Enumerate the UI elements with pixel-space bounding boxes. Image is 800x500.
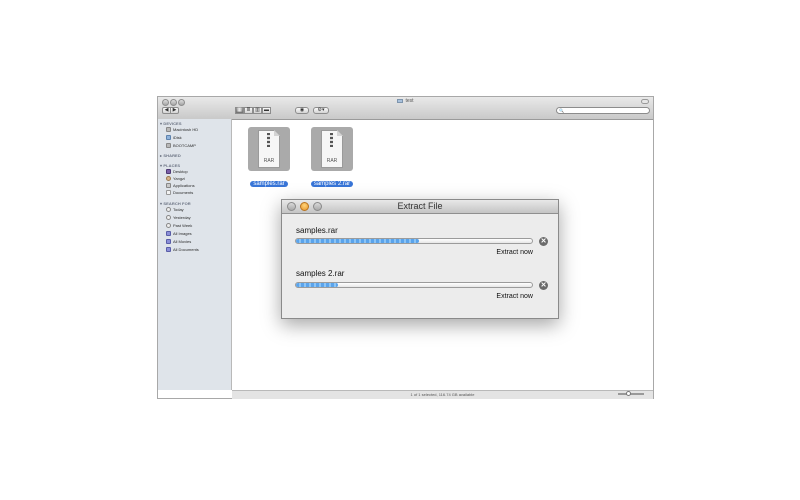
idisk-icon xyxy=(166,135,171,141)
clock-icon xyxy=(166,223,171,229)
sidebar-item-idisk[interactable]: iDisk xyxy=(166,135,182,141)
sidebar-header-places[interactable]: ▾ PLACES xyxy=(160,163,180,168)
home-icon xyxy=(166,176,171,182)
hard-drive-icon xyxy=(166,127,171,133)
extract-now-button[interactable]: Extract now xyxy=(496,293,533,300)
search-field[interactable]: 🔍 xyxy=(556,107,650,114)
sidebar-header-shared[interactable]: ▸ SHARED xyxy=(160,153,181,158)
sidebar-header-devices[interactable]: ▾ DEVICES xyxy=(160,121,182,126)
dialog-titlebar: Extract File xyxy=(282,200,558,214)
toolbar-toggle-button[interactable] xyxy=(641,99,649,104)
file-item-samples-rar[interactable]: RAR samples.rar xyxy=(244,127,290,187)
sidebar-item-today[interactable]: Today xyxy=(166,207,184,213)
list-view-button[interactable]: ≣ xyxy=(244,107,253,114)
file-name-label[interactable]: samples.rar xyxy=(244,172,294,190)
extract-now-button[interactable]: Extract now xyxy=(496,249,533,256)
action-menu-button[interactable]: ⚙▾ xyxy=(313,107,329,114)
finder-sidebar: ▾ DEVICES Macintosh HD iDisk BOOTCAMP ▸ … xyxy=(158,119,232,390)
cancel-extract-icon[interactable]: ✕ xyxy=(539,281,548,290)
cancel-extract-icon[interactable]: ✕ xyxy=(539,237,548,246)
sidebar-item-all-images[interactable]: All Images xyxy=(166,231,192,237)
window-title: test xyxy=(158,98,653,104)
sidebar-item-documents[interactable]: Documents xyxy=(166,190,193,196)
sidebar-item-all-documents[interactable]: All Documents xyxy=(166,247,199,253)
slider-knob[interactable] xyxy=(626,391,631,396)
documents-icon xyxy=(166,190,171,196)
sidebar-item-yangzi[interactable]: Yangzi xyxy=(166,176,185,182)
clock-icon xyxy=(166,207,171,213)
folder-icon xyxy=(397,98,404,103)
sidebar-item-macintosh-hd[interactable]: Macintosh HD xyxy=(166,127,198,133)
dialog-title: Extract File xyxy=(397,201,443,211)
sidebar-item-yesterday[interactable]: Yesterday xyxy=(166,215,191,221)
extract-progress-bar xyxy=(295,282,533,288)
progress-fill xyxy=(296,283,339,287)
sidebar-item-past-week[interactable]: Past Week xyxy=(166,223,192,229)
zipper-icon xyxy=(267,133,270,147)
drive-icon xyxy=(166,143,171,149)
task-file-name: samples.rar xyxy=(296,226,338,235)
sidebar-item-bootcamp[interactable]: BOOTCAMP xyxy=(166,143,196,149)
extract-file-dialog: Extract File samples.rar ✕ Extract now s… xyxy=(281,199,559,319)
clock-icon xyxy=(166,215,171,221)
task-file-name: samples 2.rar xyxy=(296,269,345,278)
sidebar-item-applications[interactable]: Applications xyxy=(166,183,195,189)
rar-archive-icon: RAR xyxy=(321,130,343,168)
search-icon: 🔍 xyxy=(559,108,564,113)
desktop-icon xyxy=(166,169,171,175)
forward-button[interactable]: ▶ xyxy=(170,107,179,114)
file-item-samples-2-rar[interactable]: RAR samples 2.rar xyxy=(307,127,354,187)
applications-icon xyxy=(166,183,171,189)
rar-archive-icon: RAR xyxy=(258,130,280,168)
extract-progress-bar xyxy=(295,238,533,244)
finder-titlebar: test ◀ ▶ ▦ ≣ ▥ ▬ ◉ ⚙▾ 🔍 xyxy=(158,97,653,120)
smart-folder-icon xyxy=(166,231,171,237)
icon-size-slider[interactable] xyxy=(618,391,644,396)
file-name-label[interactable]: samples 2.rar xyxy=(307,172,357,190)
progress-fill xyxy=(296,239,419,243)
smart-folder-icon xyxy=(166,247,171,253)
sidebar-item-desktop[interactable]: Desktop xyxy=(166,169,188,175)
smart-folder-icon xyxy=(166,239,171,245)
sidebar-header-search-for[interactable]: ▾ SEARCH FOR xyxy=(160,201,191,206)
status-bar: 1 of 1 selected, 116.74 GB available xyxy=(232,390,653,399)
coverflow-view-button[interactable]: ▬ xyxy=(262,107,271,114)
quick-look-button[interactable]: ◉ xyxy=(295,107,309,114)
zipper-icon xyxy=(330,133,333,147)
sidebar-item-all-movies[interactable]: All Movies xyxy=(166,239,191,245)
column-view-button[interactable]: ▥ xyxy=(253,107,262,114)
icon-view-button[interactable]: ▦ xyxy=(235,107,244,114)
